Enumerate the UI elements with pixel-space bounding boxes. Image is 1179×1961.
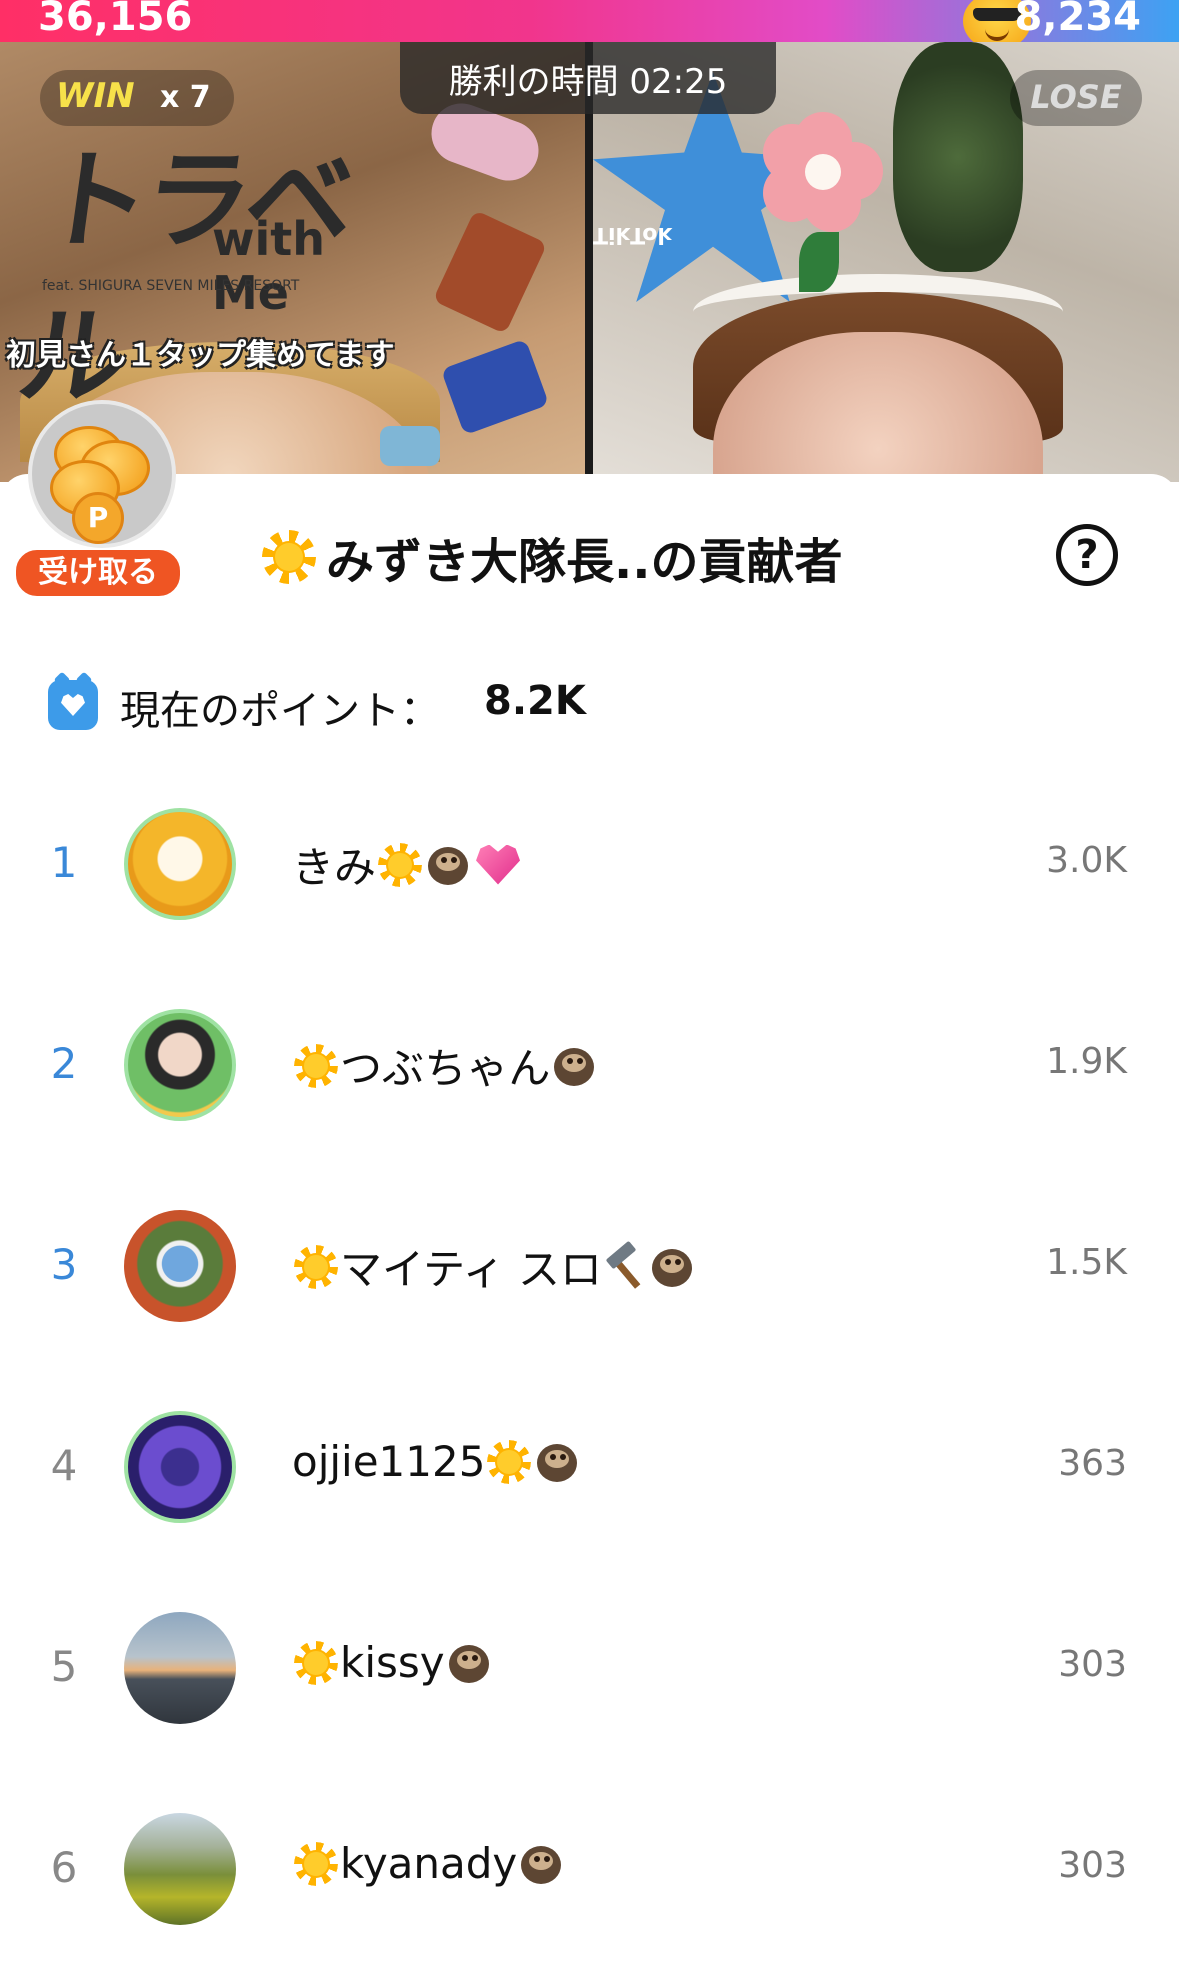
sloth-icon — [447, 1641, 493, 1685]
avatar[interactable] — [124, 808, 236, 920]
rank-number: 2 — [50, 1039, 78, 1088]
contributor-row[interactable]: 5 kissy 303 — [0, 1598, 1179, 1758]
claim-reward[interactable]: P 受け取る — [14, 400, 182, 600]
contributor-name-line: つぶちゃん — [292, 1035, 598, 1096]
win-streak-badge: WIN x 7 — [40, 70, 234, 126]
avatar[interactable] — [124, 1813, 236, 1925]
sloth-icon — [650, 1245, 696, 1289]
contributor-row[interactable]: 6 kyanady 303 — [0, 1799, 1179, 1959]
contribution-score: 303 — [1058, 1644, 1127, 1685]
lose-label: LOSE — [1030, 78, 1122, 116]
sloth-icon — [535, 1440, 581, 1484]
poster-subtitle: with Me — [212, 212, 326, 320]
stream-banner: 初見さん１タップ集めてます — [6, 338, 395, 373]
left-score: 36,156 — [38, 0, 193, 40]
win-label: WIN — [56, 76, 135, 116]
contribution-score: 1.5K — [1046, 1242, 1127, 1283]
timer-text: 勝利の時間 02:25 — [448, 62, 728, 102]
question-circle-icon[interactable]: ? — [1056, 524, 1118, 586]
contributor-name-line: マイティ スロ — [292, 1236, 696, 1297]
battle-score-bar: 36,156 8,234 — [0, 0, 1179, 50]
sun-icon — [294, 1640, 338, 1685]
points-value: 8.2K — [484, 678, 586, 724]
sloth-icon — [552, 1044, 598, 1088]
claim-button[interactable]: 受け取る — [14, 548, 182, 598]
contributor-name-line: ojjie1125 — [292, 1437, 581, 1486]
rank-number: 4 — [50, 1441, 78, 1490]
avatar[interactable] — [124, 1411, 236, 1523]
contributor-name: kissy — [340, 1638, 445, 1687]
alarm-clock-heart-icon — [48, 680, 98, 730]
contributor-name-line: kissy — [292, 1638, 493, 1687]
headband — [693, 274, 1063, 350]
contribution-score: 303 — [1058, 1845, 1127, 1886]
sparkling-heart-icon — [476, 844, 521, 885]
contributor-name: つぶちゃん — [340, 1044, 551, 1093]
sun-icon — [487, 1439, 532, 1484]
contributor-name: マイティ スロ — [340, 1245, 602, 1294]
contribution-score: 3.0K — [1046, 840, 1127, 881]
sheet-title: みずき大隊長..の貢献者 — [326, 534, 843, 590]
rank-number: 5 — [50, 1642, 78, 1691]
coin-stack-icon[interactable]: P — [28, 400, 176, 548]
contributor-name: きみ — [292, 843, 377, 892]
contributor-name: ojjie1125 — [292, 1437, 486, 1486]
photo-sticker — [380, 426, 440, 466]
contributor-row[interactable]: 2 つぶちゃん 1.9K — [0, 995, 1179, 1155]
right-score: 8,234 — [1014, 0, 1141, 40]
victory-timer: 勝利の時間 02:25 — [400, 42, 776, 114]
christmas-tree — [893, 42, 1023, 272]
sun-icon — [294, 1244, 338, 1289]
contribution-score: 363 — [1058, 1443, 1127, 1484]
passport-sticker — [432, 209, 548, 335]
contributor-name-line: きみ — [292, 834, 521, 895]
contributor-name: kyanady — [340, 1839, 518, 1888]
sun-icon — [294, 1043, 338, 1088]
sloth-icon — [426, 843, 472, 887]
avatar[interactable] — [124, 1009, 236, 1121]
contributor-row[interactable]: 1 きみ 3.0K — [0, 794, 1179, 954]
contributor-row[interactable]: 3 マイティ スロ 1.5K — [0, 1196, 1179, 1356]
sun-icon — [294, 1841, 338, 1886]
poster-feat: feat. SHIGURA SEVEN MILES RESORT — [42, 278, 300, 294]
hammer-icon — [602, 1240, 648, 1289]
avatar[interactable] — [124, 1210, 236, 1322]
lose-badge: LOSE — [1010, 70, 1142, 126]
avatar[interactable] — [124, 1612, 236, 1724]
rank-number: 1 — [50, 838, 78, 887]
rank-number: 6 — [50, 1843, 78, 1892]
contributor-row[interactable]: 4 ojjie1125 363 — [0, 1397, 1179, 1557]
contribution-score: 1.9K — [1046, 1041, 1127, 1082]
contributor-name-line: kyanady — [292, 1839, 565, 1888]
sun-icon — [378, 842, 423, 887]
flower-leaf — [799, 232, 839, 292]
points-label: 現在のポイント： — [120, 688, 440, 734]
ticket-sticker — [440, 338, 550, 436]
flower-headpiece — [763, 112, 883, 232]
sun-icon — [262, 530, 316, 584]
travel-poster: トラベル with Me feat. SHIGURA SEVEN MILES R… — [11, 114, 382, 420]
win-count: x 7 — [160, 80, 211, 115]
sloth-icon — [519, 1842, 565, 1886]
pillow-text: TikTok — [593, 222, 673, 247]
rank-number: 3 — [50, 1240, 78, 1289]
